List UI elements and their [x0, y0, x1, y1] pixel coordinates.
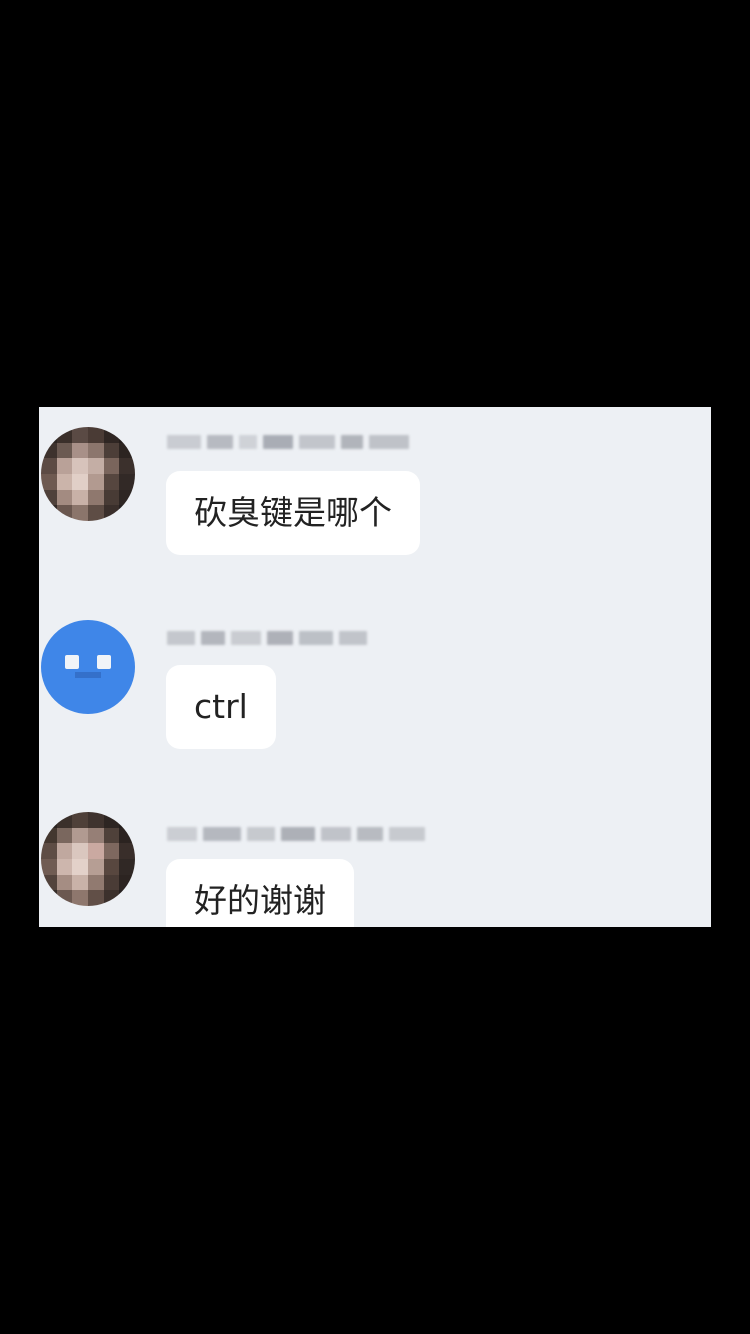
message-bubble[interactable]: 砍臭键是哪个: [166, 471, 420, 555]
avatar-eye-icon: [97, 655, 111, 669]
chat-panel: 砍臭键是哪个 ctrl 好的谢谢: [39, 407, 711, 927]
avatar-mouth-icon: [75, 672, 101, 678]
message-bubble[interactable]: 好的谢谢: [166, 859, 354, 927]
message-bubble[interactable]: ctrl: [166, 665, 276, 749]
user-avatar[interactable]: [41, 812, 135, 906]
user-avatar[interactable]: [41, 427, 135, 521]
avatar-eye-icon: [65, 655, 79, 669]
sender-name-blurred: [167, 623, 367, 653]
sender-name-blurred: [167, 427, 409, 457]
user-avatar[interactable]: [41, 620, 135, 714]
sender-name-blurred: [167, 819, 425, 849]
